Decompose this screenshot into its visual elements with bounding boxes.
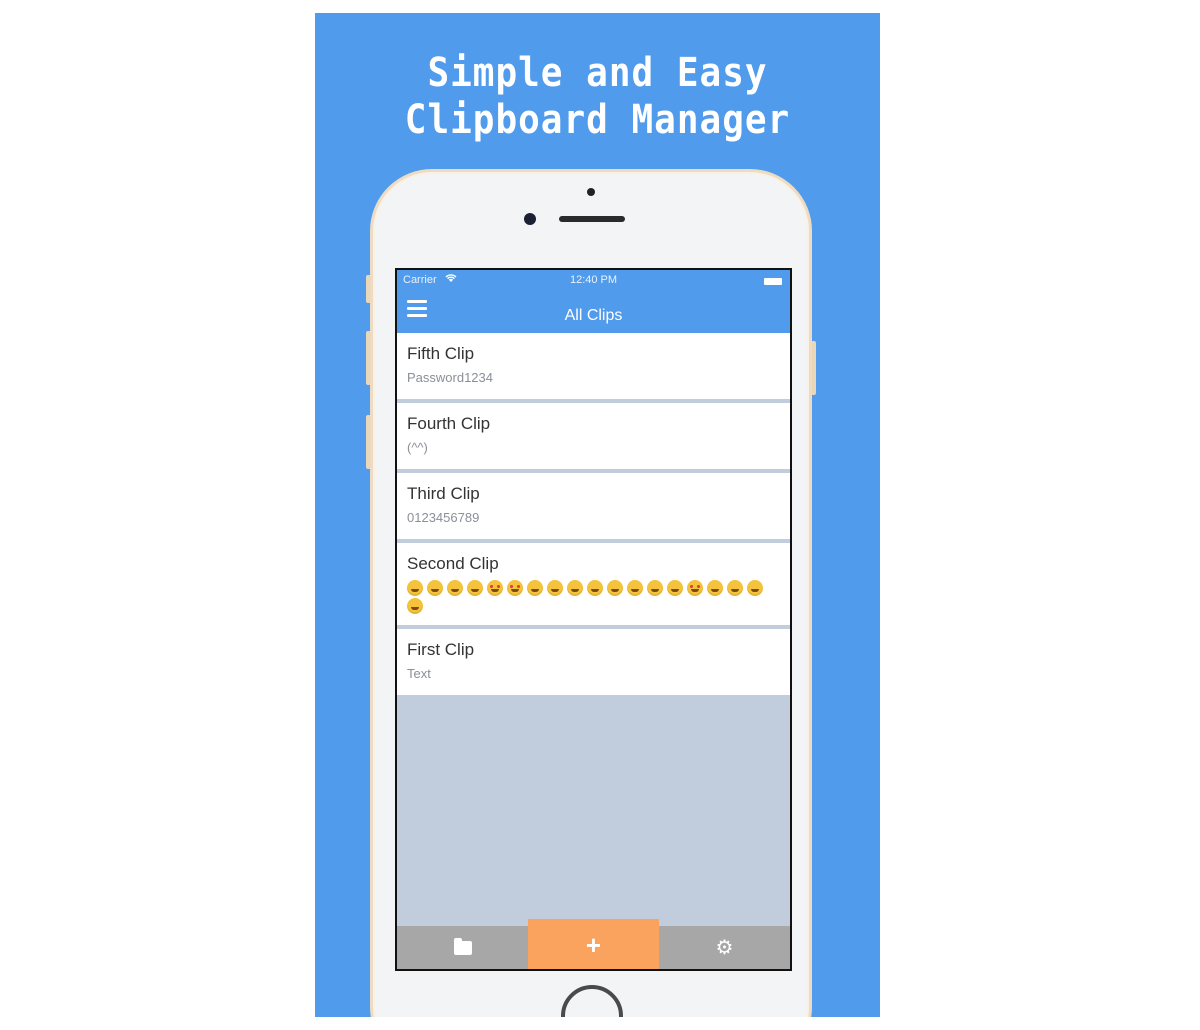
- emoji-face-icon: [527, 579, 543, 596]
- folder-icon: [453, 938, 472, 955]
- headline: Simple and Easy Clipboard Manager: [315, 50, 880, 144]
- earpiece-speaker: [559, 216, 625, 222]
- clip-title: Fifth Clip: [407, 344, 475, 363]
- front-camera: [524, 213, 536, 225]
- app-screen: Carrier 12:40 PM All Clips Fifth Clip Pa…: [395, 268, 792, 971]
- emoji-face-icon: [467, 579, 483, 596]
- status-time: 12:40 PM: [569, 274, 618, 286]
- clip-preview: Password1234: [407, 370, 493, 385]
- emoji-face-icon: [647, 579, 663, 596]
- emoji-face-icon: [407, 579, 423, 596]
- emoji-face-icon: [407, 597, 423, 614]
- clip-row[interactable]: Third Clip 0123456789: [397, 473, 790, 543]
- plus-icon: +: [585, 929, 602, 960]
- clip-preview: 0123456789: [407, 510, 480, 525]
- emoji-face-icon: [607, 579, 623, 596]
- battery-icon: [764, 278, 782, 285]
- emoji-face-icon: [727, 579, 743, 596]
- proximity-sensor: [587, 188, 595, 196]
- clip-preview-emoji: [407, 579, 780, 625]
- emoji-face-icon: [487, 579, 503, 596]
- clip-row[interactable]: Fifth Clip Password1234: [397, 333, 790, 403]
- promo-banner: Simple and Easy Clipboard Manager Carrie…: [315, 13, 880, 1017]
- clip-list: Fifth Clip Password1234 Fourth Clip (^^)…: [397, 333, 790, 695]
- emoji-face-icon: [707, 579, 723, 596]
- navigation-bar: Carrier 12:40 PM All Clips: [397, 270, 790, 333]
- headline-line-2: Clipboard Manager: [404, 97, 791, 143]
- emoji-face-icon: [747, 579, 763, 596]
- clip-title: First Clip: [407, 640, 475, 659]
- emoji-face-icon: [427, 579, 443, 596]
- clip-title: Third Clip: [407, 484, 480, 503]
- gear-icon: ⚙: [715, 937, 734, 959]
- emoji-face-icon: [567, 579, 583, 596]
- add-clip-button[interactable]: +: [528, 919, 659, 969]
- clip-preview: (^^): [407, 440, 428, 455]
- emoji-face-icon: [547, 579, 563, 596]
- clip-preview: Text: [407, 666, 431, 681]
- headline-line-1: Simple and Easy: [427, 49, 768, 96]
- clip-row[interactable]: Fourth Clip (^^): [397, 403, 790, 473]
- clip-row[interactable]: Second Clip: [397, 543, 790, 629]
- emoji-face-icon: [507, 579, 523, 596]
- clip-row[interactable]: First Clip Text: [397, 629, 790, 695]
- emoji-face-icon: [587, 579, 603, 596]
- folder-tab[interactable]: [397, 926, 528, 969]
- emoji-face-icon: [447, 579, 463, 596]
- page-title: All Clips: [564, 307, 623, 324]
- tab-bar: + ⚙: [397, 919, 790, 969]
- emoji-face-icon: [627, 579, 643, 596]
- emoji-face-icon: [667, 579, 683, 596]
- settings-tab[interactable]: ⚙: [659, 926, 790, 969]
- emoji-face-icon: [687, 579, 703, 596]
- clip-title: Second Clip: [407, 554, 499, 573]
- clip-title: Fourth Clip: [407, 414, 491, 433]
